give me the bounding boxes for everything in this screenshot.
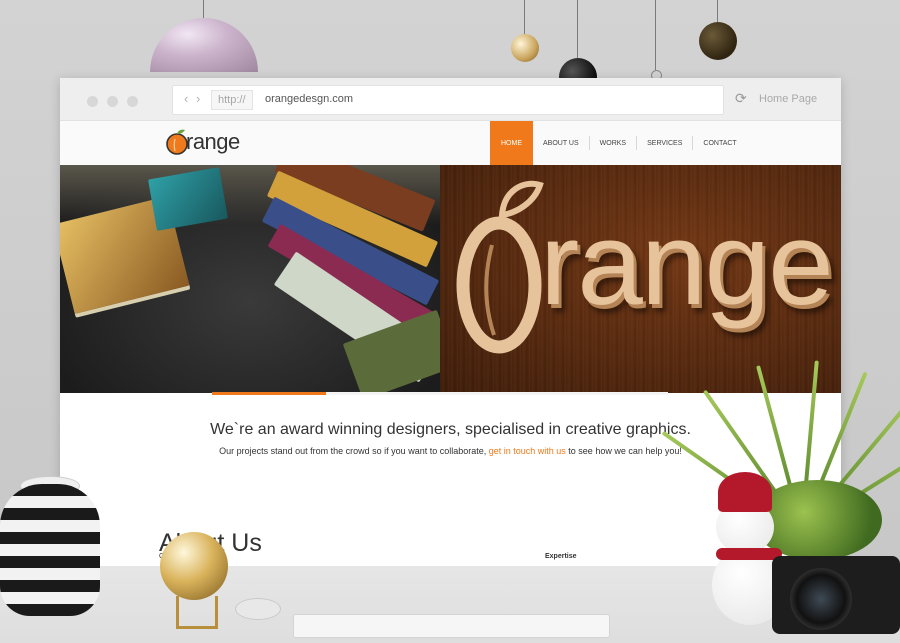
nav-item-about-us[interactable]: ABOUT US [533,121,589,165]
hero-sign-text: range [540,198,834,330]
address-bar[interactable]: ‹ › http:// orangedesgn.com [172,85,724,115]
orange-logo[interactable]: range [166,127,241,159]
window-dot[interactable] [87,96,98,107]
snowman-scarf [716,548,782,560]
orange-sign-fruit-icon [456,180,544,354]
ornament-cord [524,0,525,34]
main-navigation: HOME ABOUT US WORKS SERVICES CONTACT [490,121,747,165]
ornament-cord [717,0,718,22]
nav-item-contact[interactable]: CONTACT [693,121,746,165]
slider-progress[interactable] [212,392,668,395]
orange-fruit-icon [166,129,188,155]
gold-figure-stand [176,596,218,629]
window-dot[interactable] [107,96,118,107]
chevron-left-icon[interactable]: ‹ [184,91,188,106]
site-header: range HOME ABOUT US WORKS SERVICES CONTA… [60,121,841,165]
expertise-heading: Expertise [545,553,577,560]
ornament-cord [655,0,656,70]
window-dot[interactable] [127,96,138,107]
intro-text-before: Our projects stand out from the crowd so… [219,446,489,456]
logo-wordmark: range [186,129,240,154]
back-forward-icons[interactable]: ‹ › [184,91,200,106]
computer-mouse [235,598,281,620]
protocol-label: http:// [211,90,253,110]
ornament-cord [577,0,578,58]
contact-link[interactable]: get in touch with us [489,446,566,456]
url-text[interactable]: orangedesgn.com [265,93,353,105]
striped-vase [0,484,100,616]
snowman-hat [718,472,772,512]
chevron-right-icon[interactable]: › [196,91,200,106]
home-page-link[interactable]: Home Page [759,93,817,105]
slider-progress-active [212,392,326,395]
reload-icon[interactable]: ⟳ [735,90,747,107]
nav-item-services[interactable]: SERVICES [637,121,692,165]
nav-item-home[interactable]: HOME [490,121,533,165]
lamp-cord [203,0,204,18]
keyboard [293,614,610,638]
nav-item-works[interactable]: WORKS [590,121,636,165]
pendant-lamp [150,18,258,72]
browser-toolbar: ‹ › http:// orangedesgn.com ⟳ Home Page [60,78,841,121]
hero-books-image [60,165,440,393]
camera-lens [790,568,852,630]
gold-figure [160,532,228,600]
intro-text-after: to see how we can help you! [565,446,682,456]
gold-ornament [511,34,539,62]
desk-scene-background: ‹ › http:// orangedesgn.com ⟳ Home Page … [0,0,900,643]
brown-ornament [699,22,737,60]
